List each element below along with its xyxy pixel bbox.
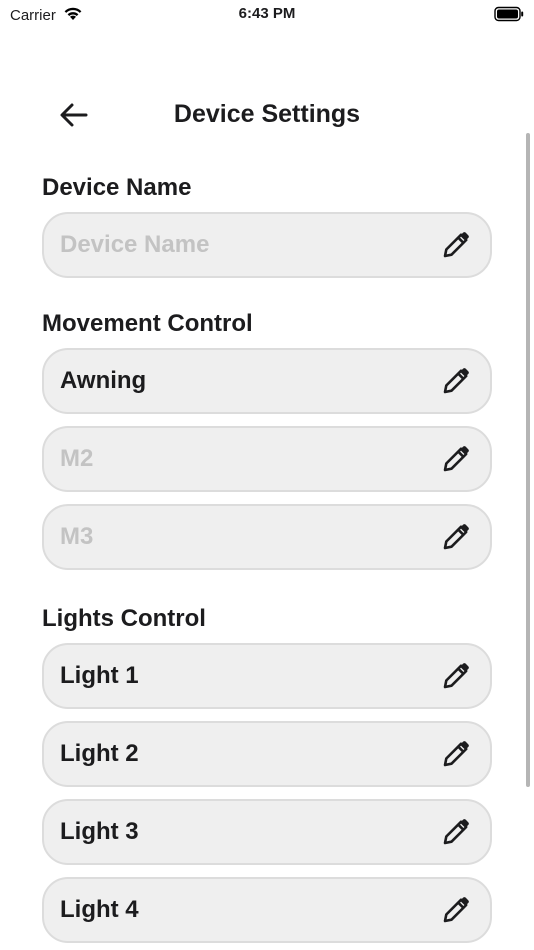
lights-field-value: Light 2 — [60, 740, 139, 767]
lights-field-4[interactable]: Light 4 — [42, 877, 492, 943]
section-label-lights-control: Lights Control — [42, 605, 206, 632]
battery-icon — [494, 6, 524, 26]
edit-light-1-button[interactable] — [438, 658, 474, 694]
movement-field-m3[interactable]: M3 — [42, 504, 492, 570]
page-title: Device Settings — [173, 100, 361, 128]
pencil-icon — [443, 446, 469, 472]
pencil-icon — [443, 819, 469, 845]
lights-field-value: Light 1 — [60, 662, 139, 689]
section-label-movement-control: Movement Control — [42, 310, 253, 337]
pencil-icon — [443, 741, 469, 767]
status-bar: Carrier 6:43 PM — [0, 0, 534, 30]
device-name-placeholder: Device Name — [60, 231, 210, 258]
header: Device Settings — [0, 92, 534, 138]
edit-light-4-button[interactable] — [438, 892, 474, 928]
movement-field-awning[interactable]: Awning — [42, 348, 492, 414]
status-time: 6:43 PM — [238, 5, 296, 22]
pencil-icon — [443, 232, 469, 258]
edit-movement-1-button[interactable] — [438, 363, 474, 399]
settings-content: Device Name Device Name Movement Control… — [42, 172, 492, 943]
movement-field-placeholder: M2 — [60, 445, 94, 472]
section-label-device-name: Device Name — [42, 174, 192, 201]
device-name-field[interactable]: Device Name — [42, 212, 492, 278]
edit-device-name-button[interactable] — [438, 227, 474, 263]
edit-light-2-button[interactable] — [438, 736, 474, 772]
lights-field-value: Light 3 — [60, 818, 139, 845]
lights-field-value: Light 4 — [60, 896, 139, 923]
lights-field-3[interactable]: Light 3 — [42, 799, 492, 865]
device-settings-screen: Carrier 6:43 PM Device Settings Device N… — [0, 0, 534, 950]
pencil-icon — [443, 897, 469, 923]
edit-movement-3-button[interactable] — [438, 519, 474, 555]
lights-field-2[interactable]: Light 2 — [42, 721, 492, 787]
edit-movement-2-button[interactable] — [438, 441, 474, 477]
movement-field-value: Awning — [60, 367, 147, 394]
edit-light-3-button[interactable] — [438, 814, 474, 850]
pencil-icon — [443, 368, 469, 394]
movement-field-m2[interactable]: M2 — [42, 426, 492, 492]
movement-field-placeholder: M3 — [60, 523, 94, 550]
pencil-icon — [443, 663, 469, 689]
pencil-icon — [443, 524, 469, 550]
lights-field-1[interactable]: Light 1 — [42, 643, 492, 709]
vertical-scrollbar[interactable] — [526, 133, 530, 787]
